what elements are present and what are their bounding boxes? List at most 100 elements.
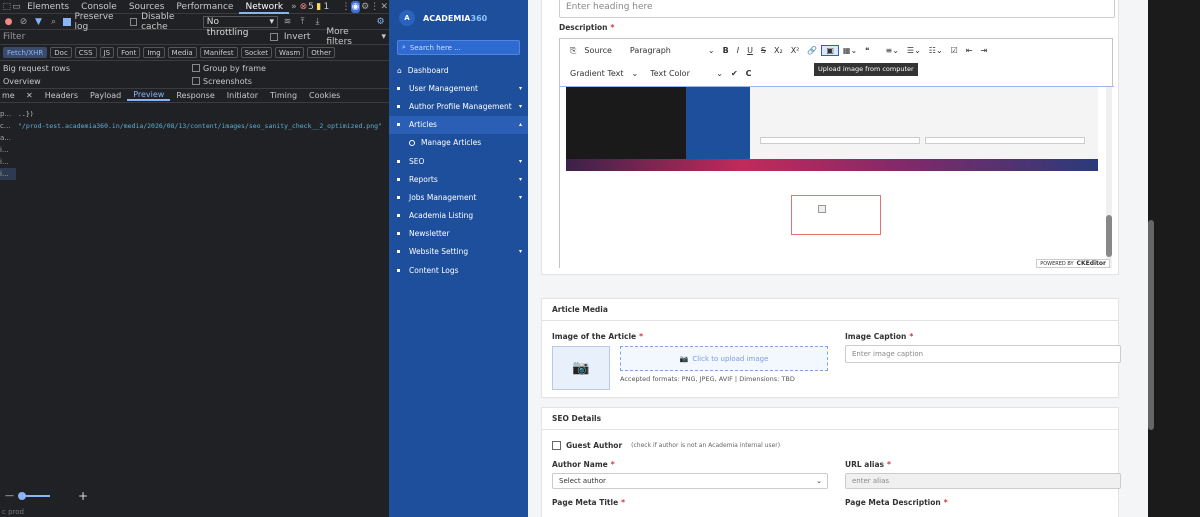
request-row[interactable]: i... [0, 156, 16, 168]
subscript-icon[interactable]: X₂ [770, 46, 787, 55]
superscript-icon[interactable]: X² [787, 46, 804, 55]
broken-image-frame[interactable] [791, 195, 881, 235]
blockquote-icon[interactable]: ❝ [861, 46, 873, 55]
sidebar-item-website-setting[interactable]: Website Setting ▾ [389, 243, 528, 261]
sidebar-item-seo[interactable]: SEO ▾ [389, 152, 528, 170]
todo-list-icon[interactable]: ☑ [947, 46, 962, 55]
align-icon[interactable]: ≡⌄ [881, 46, 902, 55]
disable-cache-checkbox[interactable] [129, 17, 138, 26]
outdent-icon[interactable]: ⇤ [962, 46, 977, 55]
editor-scroll-thumb[interactable] [1106, 215, 1112, 257]
preview-url[interactable]: "/prod-test.academia360.in/media/2026/08… [18, 120, 388, 132]
settings-icon[interactable]: ⚙ [360, 1, 370, 13]
invert-checkbox[interactable] [270, 33, 278, 41]
kebab-icon[interactable]: ⋮ [370, 1, 380, 13]
source-icon[interactable]: ⎘ [566, 46, 580, 56]
close-detail-icon[interactable]: ✕ [20, 91, 39, 100]
clear-icon[interactable]: ⊘ [18, 16, 29, 28]
gradient-text-select[interactable]: Gradient Text [566, 69, 628, 78]
sidebar-item-user-management[interactable]: User Management ▾ [389, 79, 528, 97]
indent-icon[interactable]: ⇥ [977, 46, 992, 55]
sidebar-search-input[interactable]: Search here ... [410, 44, 461, 52]
sidebar-item-content-logs[interactable]: Content Logs [389, 261, 528, 279]
tab-elements[interactable]: Elements [21, 0, 75, 14]
chip-img[interactable]: Img [143, 47, 165, 58]
editor-content[interactable]: POWERED BY CKEditor [560, 86, 1114, 268]
download-icon[interactable]: ⤓ [312, 16, 323, 28]
request-row[interactable]: a... [0, 132, 16, 144]
chip-doc[interactable]: Doc [50, 47, 72, 58]
sidebar-item-articles[interactable]: Articles ▴ [389, 115, 528, 134]
underline-icon[interactable]: U [743, 46, 757, 55]
sidebar-item-newsletter[interactable]: Newsletter [389, 225, 528, 243]
author-select[interactable]: Select author ⌄ [552, 473, 828, 489]
refresh-icon[interactable]: C [742, 69, 756, 78]
screenshots-checkbox[interactable] [192, 77, 200, 85]
request-row[interactable]: i... [0, 144, 16, 156]
heading-input[interactable]: Enter heading here [559, 0, 1115, 18]
tab-initiator[interactable]: Initiator [221, 91, 264, 100]
image-upload-icon[interactable]: ▣ [821, 45, 839, 56]
bold-icon[interactable]: B [719, 46, 733, 55]
table-icon[interactable]: ▦⌄ [839, 46, 861, 55]
more-tabs-icon[interactable]: » [289, 1, 299, 13]
strikethrough-icon[interactable]: S [757, 46, 770, 55]
tab-preview[interactable]: Preview [127, 90, 171, 101]
sidebar-item-manage-articles[interactable]: Manage Articles [389, 134, 528, 152]
zoom-slider[interactable] [18, 492, 50, 500]
link-icon[interactable]: 🔗 [803, 46, 821, 55]
tab-headers[interactable]: Headers [39, 91, 84, 100]
sidebar-item-dashboard[interactable]: ⌂ Dashboard [389, 61, 528, 79]
sidebar-item-jobs[interactable]: Jobs Management ▾ [389, 188, 528, 206]
text-color-select[interactable]: Text Color [646, 69, 712, 78]
sidebar-item-academia-listing[interactable]: Academia Listing [389, 207, 528, 225]
preserve-log-checkbox[interactable] [63, 17, 71, 26]
tab-network[interactable]: Network [239, 0, 290, 14]
sidebar-item-reports[interactable]: Reports ▾ [389, 170, 528, 188]
chip-other[interactable]: Other [307, 47, 336, 58]
more-icon[interactable]: ⋮ [341, 1, 351, 13]
inspect-icon[interactable]: ⬚ [2, 1, 12, 13]
brand[interactable]: A ACADEMIA360 [389, 0, 528, 36]
tab-timing[interactable]: Timing [264, 91, 303, 100]
sidebar-item-author-profile[interactable]: Author Profile Management ▾ [389, 97, 528, 115]
extension-icon[interactable]: ◉ [350, 0, 361, 13]
checkmark-icon[interactable]: ✔ [727, 69, 742, 78]
numbered-list-icon[interactable]: ☷⌄ [925, 46, 947, 55]
request-row[interactable]: p... [0, 108, 16, 120]
wifi-icon[interactable]: ≋ [282, 16, 293, 28]
caption-input[interactable]: Enter image caption [845, 345, 1121, 363]
big-rows-option[interactable]: Big request rows [3, 64, 70, 73]
group-by-frame-checkbox[interactable] [192, 64, 200, 72]
network-settings-icon[interactable]: ⚙ [375, 16, 386, 28]
alt-button[interactable]: +ALT [1035, 492, 1058, 502]
request-row[interactable]: i... [0, 168, 16, 180]
page-scrollbar[interactable] [1148, 220, 1154, 430]
tab-payload[interactable]: Payload [84, 91, 127, 100]
cloud-icon[interactable]: ☁ [1010, 492, 1019, 502]
chip-js[interactable]: JS [99, 47, 115, 58]
record-icon[interactable]: ● [3, 16, 14, 28]
upload-icon[interactable]: ⤒ [297, 16, 308, 28]
zoom-in-icon[interactable]: + [78, 489, 88, 503]
image-preview[interactable]: 📷 [552, 346, 610, 390]
zoom-out-icon[interactable]: — [5, 491, 14, 501]
chip-manifest[interactable]: Manifest [199, 47, 238, 58]
device-icon[interactable]: ▭ [12, 1, 22, 13]
source-button[interactable]: Source [580, 46, 615, 55]
request-row[interactable]: c... [0, 120, 16, 132]
upload-dropzone[interactable]: 📷 Click to upload image [620, 346, 828, 371]
bullet-list-icon[interactable]: ☰⌄ [903, 46, 925, 55]
filter-icon[interactable]: ▼ [33, 16, 44, 28]
guest-author-checkbox[interactable] [552, 441, 561, 450]
sidebar-search[interactable]: ⌕ Search here ... [397, 40, 520, 55]
more-filters-button[interactable]: More filters [326, 27, 375, 47]
close-icon[interactable]: ✕ [379, 1, 389, 13]
chip-socket[interactable]: Socket [240, 47, 273, 58]
copy-icon[interactable]: ⧉ [1095, 492, 1101, 502]
chip-font[interactable]: Font [117, 47, 141, 58]
filter-input[interactable]: Filter [3, 32, 264, 42]
italic-icon[interactable]: I [733, 46, 743, 55]
overview-option[interactable]: Overview [3, 77, 41, 86]
more-icon[interactable]: ⋯ [1117, 492, 1126, 502]
